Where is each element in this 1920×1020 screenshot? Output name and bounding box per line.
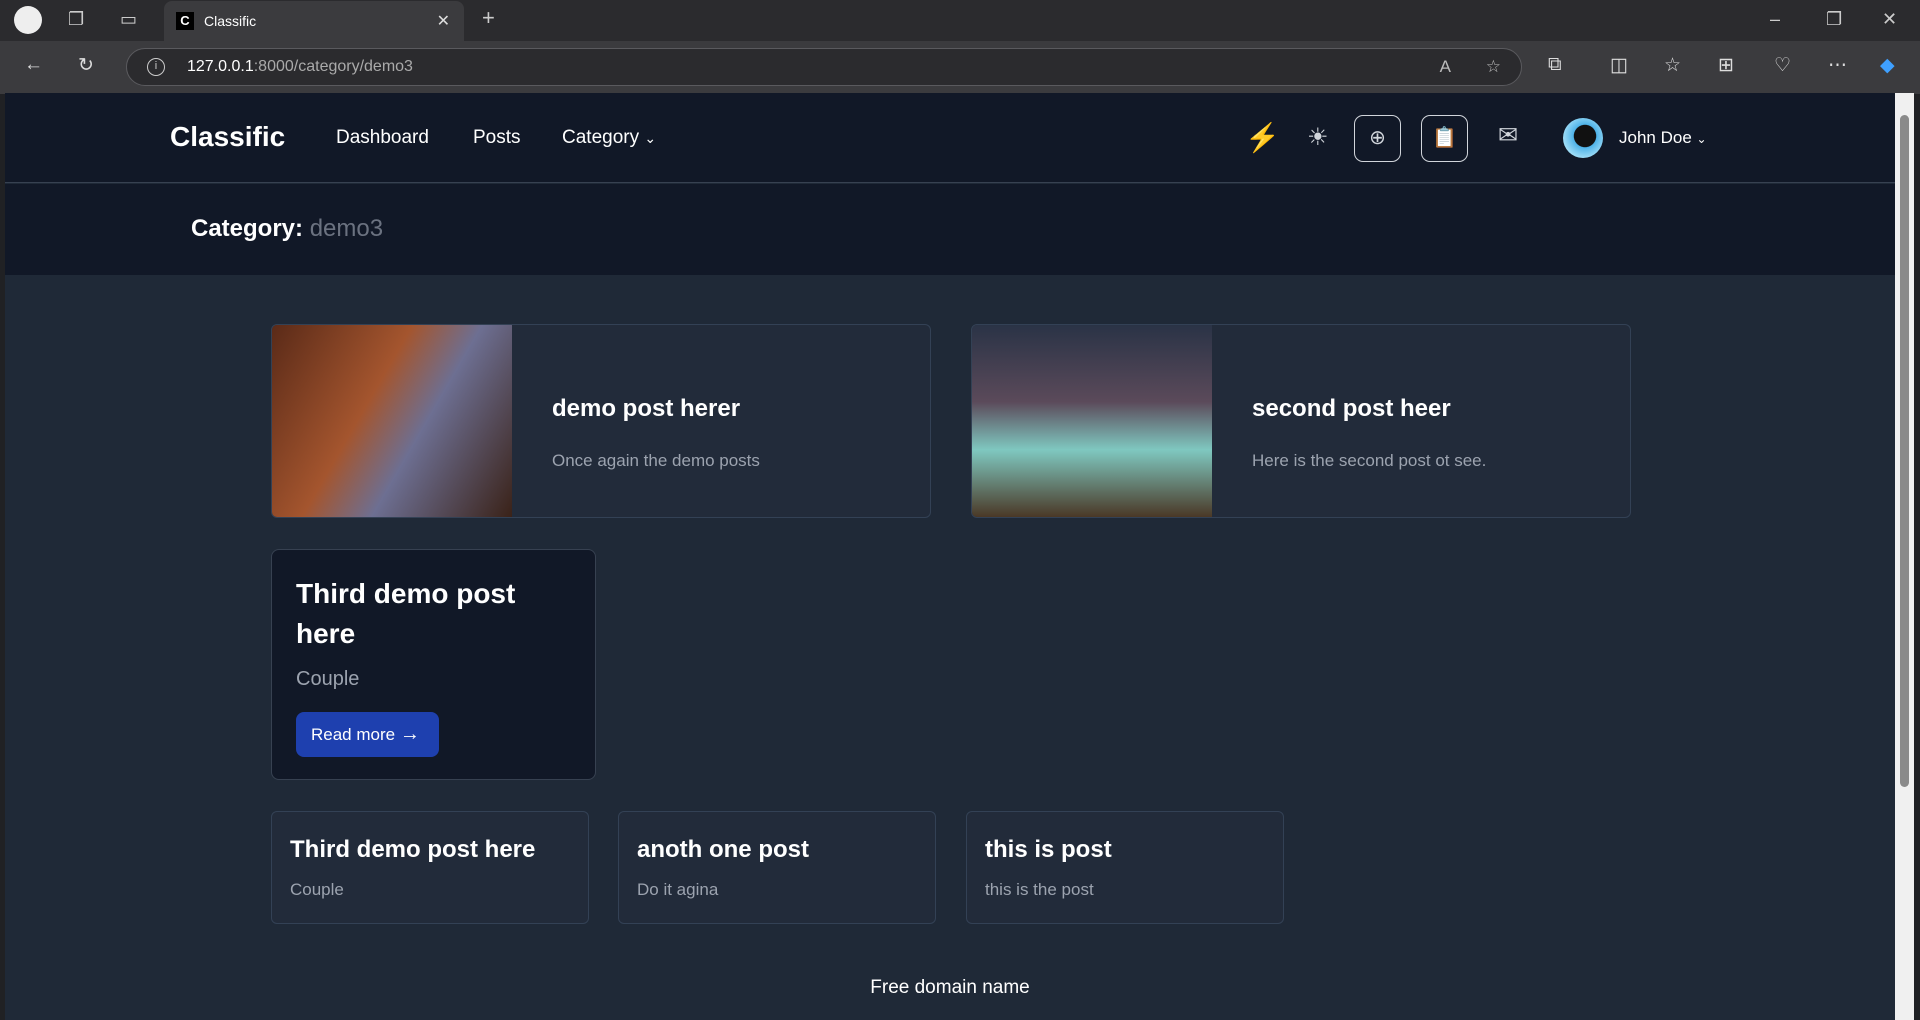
health-icon[interactable]: ♡ bbox=[1774, 54, 1791, 77]
post-card[interactable]: demo post herer Once again the demo post… bbox=[271, 324, 931, 518]
footer-text: Free domain name bbox=[870, 977, 1030, 998]
clipboard-button[interactable]: 📋 bbox=[1421, 115, 1468, 162]
featured-desc: Couple bbox=[296, 668, 360, 690]
collections-icon[interactable]: ⊞ bbox=[1718, 54, 1734, 77]
nav-dashboard[interactable]: Dashboard bbox=[336, 127, 429, 149]
url-host: 127.0.0.1 bbox=[187, 58, 254, 75]
small-post-card[interactable]: anoth one post Do it agina bbox=[618, 811, 936, 924]
small-post-card[interactable]: Third demo post here Couple bbox=[271, 811, 589, 924]
read-more-button[interactable]: Read more → bbox=[296, 712, 439, 757]
post-image bbox=[972, 325, 1212, 517]
new-tab-icon[interactable]: + bbox=[482, 5, 495, 31]
restore-icon[interactable]: ❐ bbox=[1826, 9, 1842, 30]
page-title: Category: demo3 bbox=[191, 215, 383, 243]
post-title: anoth one post bbox=[637, 836, 809, 863]
browser-tab[interactable]: C Classific ✕ bbox=[164, 1, 464, 41]
category-value: demo3 bbox=[309, 215, 384, 242]
post-desc: Here is the second post ot see. bbox=[1252, 451, 1487, 470]
favorite-star-icon[interactable]: ☆ bbox=[1486, 57, 1501, 77]
browser-tab-bar: ❐ ▭ C Classific ✕ + – ❐ ✕ bbox=[0, 0, 1920, 41]
navbar: Classific Dashboard Posts Category ⌄ ⚡ ☀… bbox=[5, 93, 1895, 183]
post-card[interactable]: second post heer Here is the second post… bbox=[971, 324, 1631, 518]
post-desc: Couple bbox=[290, 880, 344, 899]
add-post-button[interactable]: ⊕ bbox=[1354, 115, 1401, 162]
mail-icon[interactable]: ✉ bbox=[1498, 121, 1518, 150]
back-icon[interactable]: ← bbox=[24, 54, 43, 76]
page: Classific Dashboard Posts Category ⌄ ⚡ ☀… bbox=[5, 93, 1895, 1020]
post-desc: Do it agina bbox=[637, 880, 719, 899]
extensions-icon[interactable]: ⧉ bbox=[1548, 54, 1562, 76]
close-tab-icon[interactable]: ✕ bbox=[437, 11, 450, 31]
copilot-icon[interactable]: ◆ bbox=[1880, 54, 1895, 77]
more-icon[interactable]: ⋯ bbox=[1828, 54, 1847, 77]
category-label: Category: bbox=[191, 215, 304, 242]
post-title: Third demo post here bbox=[290, 836, 536, 863]
post-title[interactable]: second post heer bbox=[1252, 395, 1451, 423]
scrollbar-thumb[interactable] bbox=[1900, 115, 1909, 787]
nav-posts[interactable]: Posts bbox=[473, 127, 521, 149]
avatar[interactable] bbox=[1563, 118, 1603, 158]
post-image bbox=[272, 325, 512, 517]
profile-icon[interactable] bbox=[14, 6, 42, 34]
post-title: this is post bbox=[985, 836, 1112, 863]
read-more-label: Read more bbox=[311, 725, 396, 744]
chevron-down-icon: ⌄ bbox=[1696, 132, 1707, 146]
featured-post-card: Third demo post here Couple Read more → bbox=[271, 549, 596, 780]
favorites-icon[interactable]: ☆ bbox=[1664, 54, 1681, 77]
featured-title: Third demo post here bbox=[296, 578, 516, 649]
small-post-card[interactable]: this is post this is the post bbox=[966, 811, 1284, 924]
split-screen-icon[interactable]: ◫ bbox=[1610, 54, 1628, 77]
bolt-icon[interactable]: ⚡ bbox=[1245, 121, 1280, 154]
logo[interactable]: Classific bbox=[170, 121, 285, 153]
minimize-icon[interactable]: – bbox=[1770, 9, 1780, 30]
chevron-down-icon: ⌄ bbox=[644, 130, 657, 146]
tab-title: Classific bbox=[204, 13, 257, 29]
scrollbar[interactable] bbox=[1895, 93, 1914, 1020]
nav-category-label: Category bbox=[562, 127, 640, 148]
nav-category[interactable]: Category ⌄ bbox=[562, 127, 656, 149]
favicon-icon: C bbox=[176, 12, 194, 30]
user-menu[interactable]: John Doe ⌄ bbox=[1619, 128, 1707, 148]
browser-toolbar: ← ↻ i 127.0.0.1:8000/category/demo3 A ☆ … bbox=[0, 41, 1920, 94]
post-title[interactable]: demo post herer bbox=[552, 395, 740, 423]
info-icon[interactable]: i bbox=[147, 58, 165, 76]
read-aloud-icon[interactable]: A bbox=[1440, 57, 1451, 77]
close-window-icon[interactable]: ✕ bbox=[1882, 9, 1897, 30]
page-header: Category: demo3 bbox=[5, 184, 1895, 275]
tab-actions-icon[interactable]: ▭ bbox=[120, 9, 137, 30]
refresh-icon[interactable]: ↻ bbox=[78, 54, 94, 77]
url-path: :8000/category/demo3 bbox=[253, 58, 413, 75]
sun-icon[interactable]: ☀ bbox=[1307, 123, 1329, 152]
post-desc: this is the post bbox=[985, 880, 1094, 899]
user-name: John Doe bbox=[1619, 128, 1692, 147]
address-bar[interactable]: i 127.0.0.1:8000/category/demo3 A ☆ bbox=[126, 48, 1522, 86]
clipboard-icon: 📋 bbox=[1432, 127, 1457, 149]
post-desc: Once again the demo posts bbox=[552, 451, 760, 470]
plus-circle-icon: ⊕ bbox=[1369, 127, 1386, 149]
workspaces-icon[interactable]: ❐ bbox=[68, 9, 84, 30]
arrow-right-icon: → bbox=[399, 723, 420, 745]
